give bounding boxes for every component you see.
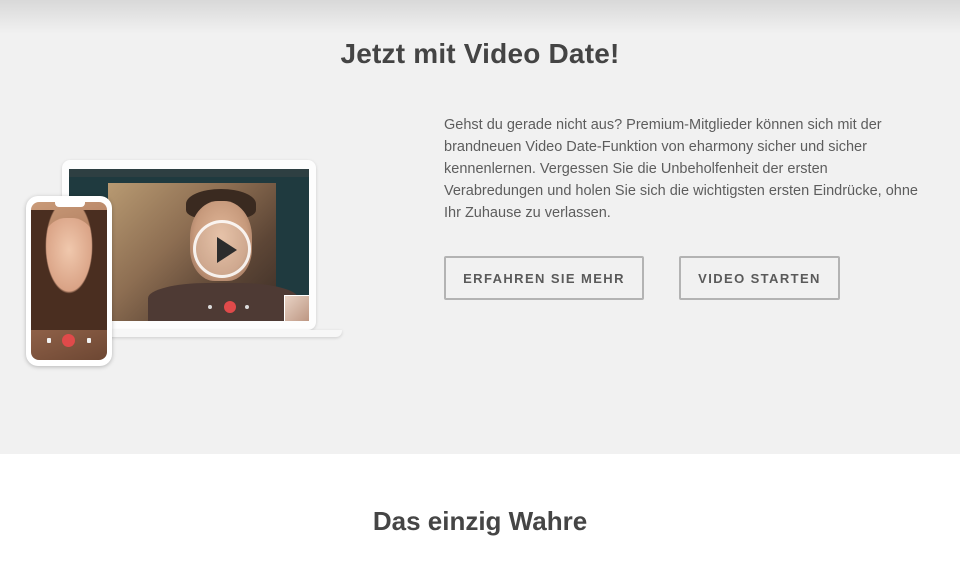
end-call-icon <box>224 301 236 313</box>
camera-icon <box>87 338 91 343</box>
self-view-thumbnail <box>284 295 309 321</box>
start-video-button[interactable]: VIDEO STARTEN <box>679 256 840 300</box>
laptop-window-bar <box>69 169 309 177</box>
camera-icon <box>245 305 249 309</box>
microphone-icon <box>208 305 212 309</box>
video-date-description: Gehst du gerade nicht aus? Premium-Mitgl… <box>444 117 918 221</box>
play-icon[interactable] <box>193 220 251 278</box>
phone-screen <box>31 202 107 360</box>
learn-more-button[interactable]: ERFAHREN SIE MEHR <box>444 256 644 300</box>
end-call-icon <box>62 334 75 347</box>
video-date-illustration <box>26 160 346 370</box>
section-title: Das einzig Wahre <box>372 506 588 536</box>
phone-illustration <box>26 196 112 366</box>
microphone-icon <box>47 338 51 343</box>
video-date-title: Jetzt mit Video Date! <box>340 38 620 69</box>
video-date-section: Jetzt mit Video Date! Gehst du gerade ni… <box>0 0 960 454</box>
